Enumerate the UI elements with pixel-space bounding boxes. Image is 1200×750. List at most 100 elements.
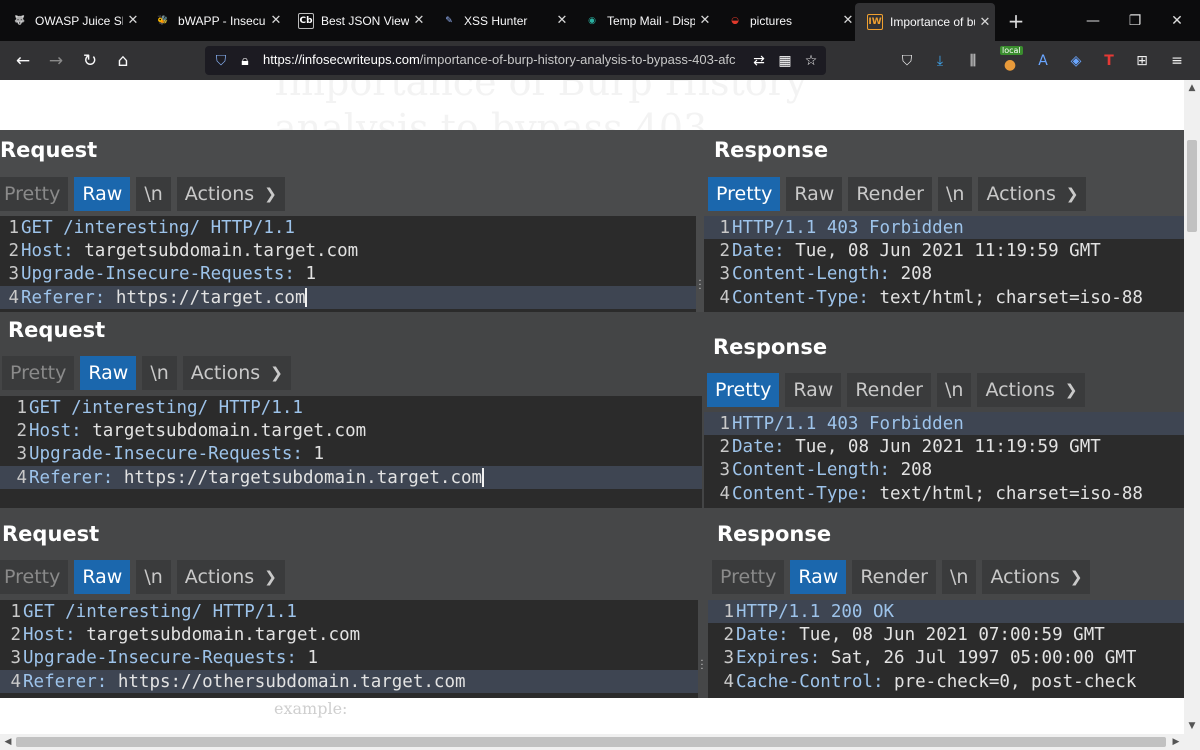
code-line: 4 Referer: https://othersubdomain.target.… xyxy=(0,669,698,694)
vertical-scroll-thumb[interactable] xyxy=(1187,140,1197,232)
newline-toggle[interactable]: \n xyxy=(142,356,177,390)
render-tab[interactable]: Render xyxy=(847,373,931,407)
pocket-icon[interactable]: ⛉ xyxy=(892,41,922,80)
splitter-handle-icon[interactable]: · · · xyxy=(699,657,705,675)
actions-menu[interactable]: Actions ❯ xyxy=(977,373,1086,407)
raw-tab[interactable]: Raw xyxy=(74,177,131,211)
scroll-right-icon[interactable]: ▶ xyxy=(1168,734,1184,750)
request-editor[interactable]: 1 GET /interesting/ HTTP/1.1 2 Host: targe… xyxy=(0,216,696,312)
owasp-favicon-icon: 🐺 xyxy=(14,15,26,26)
wappalyzer-extension-icon[interactable]: ◈ xyxy=(1061,41,1091,80)
url-path: /importance-of-burp-history-analysis-to-… xyxy=(419,52,736,67)
qr-code-icon[interactable]: ▦ xyxy=(774,46,796,75)
home-icon[interactable]: ⌂ xyxy=(108,41,138,80)
pretty-tab[interactable]: Pretty xyxy=(708,177,781,211)
tab-temp-mail[interactable]: ◉ Temp Mail - Dispo ✕ xyxy=(572,0,715,41)
tracking-shield-icon[interactable]: ⛉ xyxy=(210,46,232,75)
actions-menu[interactable]: Actions ❯ xyxy=(176,560,285,594)
bookmark-star-icon[interactable]: ☆ xyxy=(800,46,822,75)
pictures-favicon-icon: ◒ xyxy=(731,15,739,26)
menu-icon[interactable]: ≡ xyxy=(1162,41,1192,80)
response-editor[interactable]: 1 HTTP/1.1 200 OK 2 Date: Tue, 08 Jun 2021… xyxy=(708,600,1184,698)
response-editor[interactable]: 1 HTTP/1.1 403 Forbidden 2 Date: Tue, 08 J… xyxy=(704,216,1184,312)
extensions-icon[interactable]: ⊞ xyxy=(1127,41,1157,80)
raw-tab[interactable]: Raw xyxy=(785,373,842,407)
newline-toggle[interactable]: \n xyxy=(937,177,973,211)
actions-menu[interactable]: Actions ❯ xyxy=(176,177,285,211)
translate-icon[interactable]: ⇄ xyxy=(748,46,770,75)
request-editor[interactable]: 1 GET /interesting/ HTTP/1.1 2 Host: targe… xyxy=(0,396,702,508)
pretty-tab[interactable]: Pretty xyxy=(0,560,69,594)
actions-menu[interactable]: Actions ❯ xyxy=(182,356,291,390)
code-line: 2 Host: targetsubdomain.target.com xyxy=(10,624,361,645)
tab-bwapp[interactable]: 🐝 bWAPP - Insecure ✕ xyxy=(143,0,286,41)
pretty-tab[interactable]: Pretty xyxy=(712,560,785,594)
actions-menu[interactable]: Actions ❯ xyxy=(978,177,1087,211)
lock-icon[interactable]: 🔒︎ xyxy=(234,46,256,75)
tab-owasp-juice-shop[interactable]: 🐺 OWASP Juice Sho ✕ xyxy=(0,0,143,41)
actions-menu[interactable]: Actions ❯ xyxy=(982,560,1091,594)
pretty-tab[interactable]: Pretty xyxy=(2,356,75,390)
close-tab-icon[interactable]: ✕ xyxy=(266,13,286,28)
url-text[interactable]: https://infosecwriteups.com/importance-o… xyxy=(263,52,747,67)
close-tab-icon[interactable]: ✕ xyxy=(552,13,572,28)
library-icon[interactable]: ⫼ xyxy=(958,41,988,80)
chevron-down-icon: ❯ xyxy=(1065,185,1079,203)
scroll-left-icon[interactable]: ◀ xyxy=(0,734,16,750)
newline-toggle[interactable]: \n xyxy=(136,560,171,594)
request-title: Request xyxy=(0,138,98,162)
pretty-tab[interactable]: Pretty xyxy=(707,373,780,407)
code-line: 2 Host: targetsubdomain.target.com xyxy=(16,420,367,441)
tab-best-json-viewer[interactable]: Cb Best JSON Viewer ✕ xyxy=(286,0,429,41)
render-tab[interactable]: Render xyxy=(848,177,932,211)
translate-extension-icon[interactable]: A xyxy=(1028,41,1058,80)
back-arrow-icon[interactable]: ← xyxy=(8,41,38,80)
code-line: 3 Content-Length: 208 xyxy=(719,460,933,481)
request-editor[interactable]: 1 GET /interesting/ HTTP/1.1 2 Host: targe… xyxy=(0,600,698,698)
tab-pictures[interactable]: ◒ pictures ✕ xyxy=(715,0,858,41)
infosecwriteups-favicon-icon: IW xyxy=(867,14,883,30)
newline-toggle[interactable]: \n xyxy=(936,373,972,407)
close-tab-icon[interactable]: ✕ xyxy=(695,13,715,28)
tab-xss-hunter[interactable]: ✎ XSS Hunter ✕ xyxy=(429,0,572,41)
scroll-up-icon[interactable]: ▲ xyxy=(1184,80,1200,96)
raw-tab[interactable]: Raw xyxy=(80,356,137,390)
splitter-handle-icon[interactable]: · · · xyxy=(697,277,703,295)
raw-tab[interactable]: Raw xyxy=(74,560,131,594)
request-panel: Request Pretty Raw \n Actions ❯ 1 GET /int… xyxy=(0,130,704,312)
address-bar[interactable]: ⛉ 🔒︎ https://infosecwriteups.com/importa… xyxy=(205,46,826,75)
raw-tab[interactable]: Raw xyxy=(790,560,847,594)
newline-toggle[interactable]: \n xyxy=(136,177,171,211)
t-extension-icon[interactable]: T xyxy=(1094,41,1124,80)
close-tab-icon[interactable]: ✕ xyxy=(123,13,143,28)
close-window-icon[interactable]: ✕ xyxy=(1156,0,1198,41)
newline-toggle[interactable]: \n xyxy=(941,560,977,594)
restore-icon[interactable]: ❐ xyxy=(1114,0,1156,41)
chevron-down-icon: ❯ xyxy=(1069,568,1083,586)
response-title: Response xyxy=(713,335,828,359)
scroll-down-icon[interactable]: ▼ xyxy=(1184,718,1200,734)
reload-icon[interactable]: ↻ xyxy=(75,41,105,80)
code-line: 4 Referer: https://target.com xyxy=(0,285,696,310)
close-tab-icon[interactable]: ✕ xyxy=(409,13,429,28)
tab-strip: 🐺 OWASP Juice Sho ✕ 🐝 bWAPP - Insecure ✕… xyxy=(0,0,1200,41)
render-tab[interactable]: Render xyxy=(852,560,936,594)
raw-tab[interactable]: Raw xyxy=(786,177,843,211)
new-tab-button[interactable]: + xyxy=(995,0,1037,41)
burp-screenshot-1: Request Pretty Raw \n Actions ❯ 1 GET /int… xyxy=(0,130,1184,312)
response-toolbar: Pretty Raw Render \n Actions ❯ xyxy=(708,177,1092,211)
close-tab-icon[interactable]: ✕ xyxy=(975,15,995,30)
foxyproxy-extension-icon[interactable]: local ● xyxy=(995,41,1025,80)
vertical-scrollbar[interactable]: ▲ ▼ xyxy=(1184,80,1200,734)
pretty-tab[interactable]: Pretty xyxy=(0,177,69,211)
downloads-icon[interactable]: ⤓ xyxy=(925,41,955,80)
code-line: 2 Host: targetsubdomain.target.com xyxy=(8,240,359,261)
request-panel: Request Pretty Raw \n Actions ❯ 1 GET /int… xyxy=(0,312,704,508)
minimize-icon[interactable]: — xyxy=(1072,0,1114,41)
forward-arrow-icon[interactable]: → xyxy=(41,41,71,80)
response-editor[interactable]: 1 HTTP/1.1 403 Forbidden 2 Date: Tue, 08 J… xyxy=(704,412,1184,508)
horizontal-scrollbar[interactable]: ◀ ▶ xyxy=(0,734,1200,750)
tab-importance-of-burp[interactable]: IW Importance of bur ✕ xyxy=(855,3,995,41)
horizontal-scroll-thumb[interactable] xyxy=(16,737,1166,747)
code-line: 4 Referer: https://targetsubdomain.target… xyxy=(0,465,702,490)
